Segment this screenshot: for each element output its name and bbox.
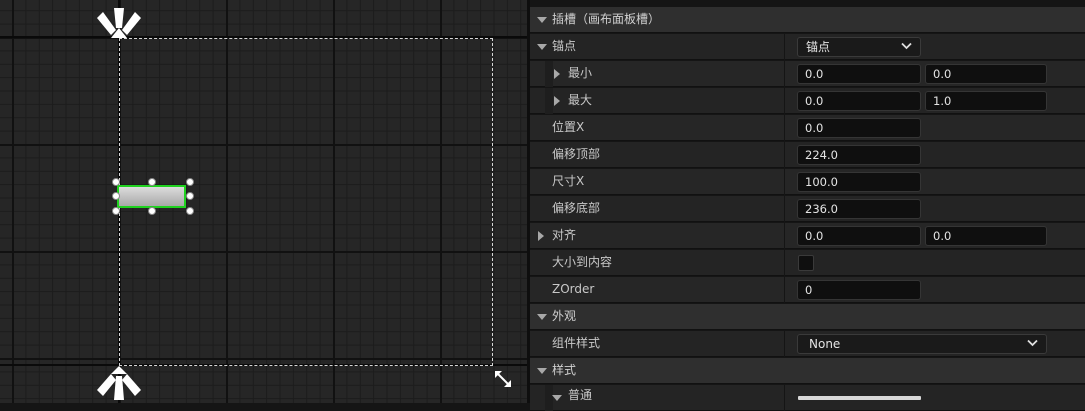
column-divider[interactable] bbox=[784, 169, 785, 195]
expand-arrow-icon[interactable] bbox=[538, 231, 544, 241]
column-divider[interactable] bbox=[784, 223, 785, 249]
column-divider[interactable] bbox=[784, 196, 785, 222]
resize-handle[interactable] bbox=[186, 192, 194, 200]
offset-bottom-label: 偏移底部 bbox=[552, 201, 601, 215]
details-panel: 插槽（画布面板槽） 锚点 锚点 最小 0.0 0.0 最大 0.0 1.0 位置… bbox=[530, 0, 1085, 411]
normal-brush-preview[interactable] bbox=[798, 396, 921, 400]
selected-button-widget[interactable] bbox=[117, 185, 186, 208]
property-position-x: 位置X 0.0 bbox=[530, 115, 1085, 141]
zorder-input[interactable]: 0 bbox=[797, 280, 921, 300]
alignment-x-input[interactable]: 0.0 bbox=[797, 226, 921, 246]
resize-handle[interactable] bbox=[112, 178, 120, 186]
column-divider[interactable] bbox=[784, 142, 785, 168]
alignment-y-input[interactable]: 0.0 bbox=[925, 226, 1047, 246]
collapse-arrow-icon[interactable] bbox=[537, 44, 547, 50]
maximum-x-input[interactable]: 0.0 bbox=[797, 91, 921, 111]
column-divider[interactable] bbox=[784, 61, 785, 87]
category-appearance-label: 外观 bbox=[552, 309, 577, 323]
position-x-label: 位置X bbox=[552, 120, 585, 134]
indent-guide bbox=[545, 61, 553, 87]
expand-arrow-icon[interactable] bbox=[554, 69, 560, 79]
collapse-arrow-icon[interactable] bbox=[552, 395, 562, 401]
designer-canvas[interactable] bbox=[0, 0, 527, 403]
property-widget-style: 组件样式 None bbox=[530, 331, 1085, 357]
category-style-label: 样式 bbox=[552, 363, 577, 377]
resize-handle[interactable] bbox=[186, 207, 194, 215]
chevron-down-icon bbox=[1027, 339, 1038, 347]
indent-guide bbox=[545, 88, 553, 114]
property-minimum: 最小 0.0 0.0 bbox=[530, 61, 1085, 87]
anchors-label: 锚点 bbox=[552, 39, 577, 53]
resize-handle[interactable] bbox=[186, 178, 194, 186]
property-anchors: 锚点 锚点 bbox=[530, 34, 1085, 60]
maximum-y-input[interactable]: 1.0 bbox=[925, 91, 1047, 111]
property-alignment: 对齐 0.0 0.0 bbox=[530, 223, 1085, 249]
maximum-label: 最大 bbox=[568, 93, 593, 107]
column-divider[interactable] bbox=[784, 115, 785, 141]
column-divider[interactable] bbox=[784, 277, 785, 303]
property-size-to-content: 大小到内容 bbox=[530, 250, 1085, 276]
minimum-y-input[interactable]: 0.0 bbox=[925, 64, 1047, 84]
size-x-input[interactable]: 100.0 bbox=[797, 172, 921, 192]
collapse-arrow-icon[interactable] bbox=[537, 368, 547, 374]
category-slot-label: 插槽（画布面板槽） bbox=[552, 12, 661, 26]
alignment-label: 对齐 bbox=[552, 228, 577, 242]
property-offset-bottom: 偏移底部 236.0 bbox=[530, 196, 1085, 222]
column-divider[interactable] bbox=[784, 250, 785, 276]
property-offset-top: 偏移顶部 224.0 bbox=[530, 142, 1085, 168]
minimum-label: 最小 bbox=[568, 66, 593, 80]
property-normal: 普通 bbox=[530, 385, 1085, 411]
column-divider[interactable] bbox=[784, 385, 785, 411]
resize-handle[interactable] bbox=[148, 207, 156, 215]
widget-style-label: 组件样式 bbox=[552, 336, 601, 350]
column-divider[interactable] bbox=[784, 34, 785, 60]
anchors-dropdown[interactable]: 锚点 bbox=[797, 37, 921, 57]
category-appearance[interactable]: 外观 bbox=[530, 304, 1085, 330]
collapse-arrow-icon[interactable] bbox=[537, 314, 547, 320]
property-zorder: ZOrder 0 bbox=[530, 277, 1085, 303]
column-divider[interactable] bbox=[784, 88, 785, 114]
widget-style-dropdown[interactable]: None bbox=[797, 334, 1047, 354]
resize-handle[interactable] bbox=[112, 207, 120, 215]
anchor-bottom-icon[interactable] bbox=[97, 362, 141, 402]
anchor-top-icon[interactable] bbox=[97, 6, 141, 46]
resize-icon[interactable] bbox=[494, 370, 512, 388]
category-style[interactable]: 样式 bbox=[530, 358, 1085, 384]
size-to-content-checkbox[interactable] bbox=[798, 255, 814, 271]
property-size-x: 尺寸X 100.0 bbox=[530, 169, 1085, 195]
widget-style-value: None bbox=[809, 337, 841, 351]
expand-arrow-icon[interactable] bbox=[554, 96, 560, 106]
column-divider[interactable] bbox=[784, 331, 785, 357]
resize-handle[interactable] bbox=[112, 192, 120, 200]
offset-bottom-input[interactable]: 236.0 bbox=[797, 199, 921, 219]
size-x-label: 尺寸X bbox=[552, 174, 585, 188]
resize-handle[interactable] bbox=[148, 178, 156, 186]
offset-top-input[interactable]: 224.0 bbox=[797, 145, 921, 165]
anchors-dropdown-value: 锚点 bbox=[806, 40, 831, 54]
category-slot[interactable]: 插槽（画布面板槽） bbox=[530, 7, 1085, 33]
minimum-x-input[interactable]: 0.0 bbox=[797, 64, 921, 84]
collapse-arrow-icon[interactable] bbox=[537, 17, 547, 23]
chevron-down-icon bbox=[901, 42, 912, 50]
normal-label: 普通 bbox=[568, 388, 593, 402]
property-maximum: 最大 0.0 1.0 bbox=[530, 88, 1085, 114]
offset-top-label: 偏移顶部 bbox=[552, 147, 601, 161]
position-x-input[interactable]: 0.0 bbox=[797, 118, 921, 138]
zorder-label: ZOrder bbox=[552, 282, 595, 296]
size-to-content-label: 大小到内容 bbox=[552, 255, 613, 269]
